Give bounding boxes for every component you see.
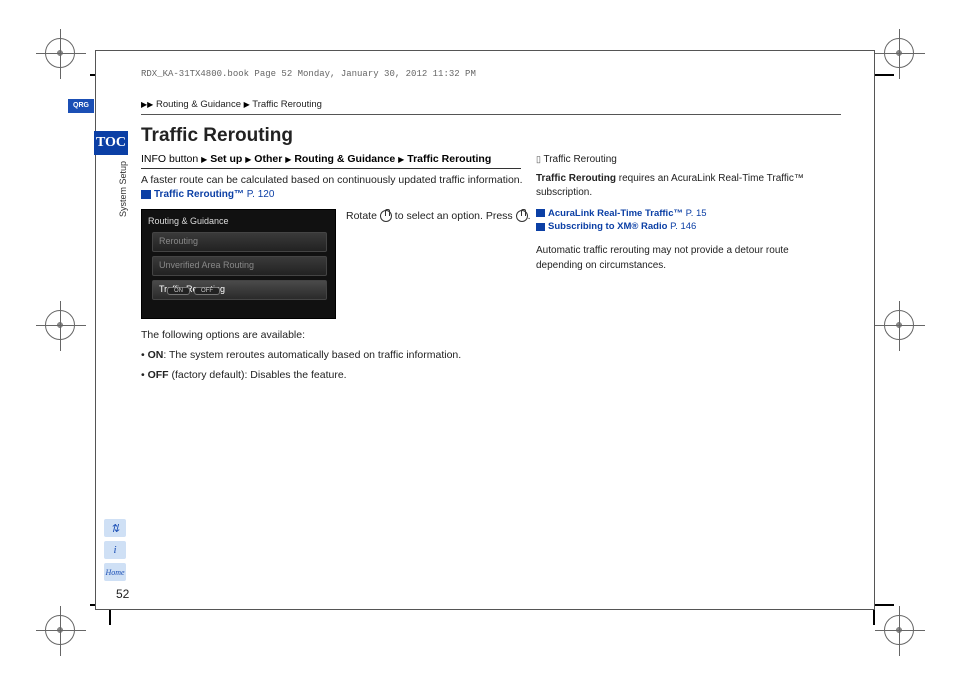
- dial-icon: [380, 210, 392, 222]
- screenshot-toggle: ON OFF: [167, 287, 220, 295]
- triangle-icon: ▶: [398, 155, 404, 164]
- link-page: P. 146: [670, 221, 696, 232]
- footer-icons: ⇅ i Home: [104, 519, 126, 581]
- breadcrumb-b: Traffic Rerouting: [252, 99, 322, 110]
- path-routing: Routing & Guidance: [294, 153, 395, 165]
- triangle-icon: ▶: [245, 155, 251, 164]
- screenshot-row-unverified: Unverified Area Routing: [152, 256, 327, 276]
- instr-a: Rotate: [346, 210, 380, 222]
- triangle-icon: ▶: [201, 155, 207, 164]
- link-page: P. 15: [686, 208, 707, 219]
- print-header: RDX_KA-31TX4800.book Page 52 Monday, Jan…: [141, 69, 476, 79]
- home-icon[interactable]: Home: [104, 563, 126, 581]
- instr-b: to select an option. Press: [392, 210, 516, 222]
- xref-link-traffic-rerouting[interactable]: Traffic Rerouting™ P. 120: [141, 189, 274, 200]
- screenshot-row-rerouting: Rerouting: [152, 232, 327, 252]
- path-setup: Set up: [210, 153, 242, 165]
- info-button-label: INFO button: [141, 153, 198, 165]
- link-page: P. 120: [247, 189, 275, 200]
- link-icon: [536, 223, 545, 231]
- option-label: ON: [148, 349, 164, 361]
- press-icon: [516, 210, 528, 222]
- option-text: (factory default): Disables the feature.: [169, 369, 347, 381]
- toc-badge[interactable]: TOC: [94, 131, 128, 155]
- xref-link-acuralink[interactable]: AcuraLink Real-Time Traffic™ P. 15: [536, 207, 836, 221]
- device-screenshot: Routing & Guidance Rerouting Unverified …: [141, 209, 336, 319]
- registration-mark: [45, 310, 75, 340]
- toggle-off: OFF: [194, 287, 220, 295]
- rule: [141, 114, 841, 115]
- breadcrumb: ▶▶ Routing & Guidance ▶ Traffic Reroutin…: [141, 99, 322, 110]
- menu-path: INFO button ▶ Set up ▶ Other ▶ Routing &…: [141, 153, 521, 169]
- side-p1-bold: Traffic Rerouting: [536, 173, 616, 184]
- side-column: Traffic Rerouting Traffic Rerouting requ…: [536, 153, 836, 279]
- option-text: : The system reroutes automatically base…: [163, 349, 461, 361]
- option-on: ON: The system reroutes automatically ba…: [141, 349, 541, 361]
- triangle-icon: ▶: [244, 100, 250, 109]
- registration-mark: [45, 38, 75, 68]
- page-frame: RDX_KA-31TX4800.book Page 52 Monday, Jan…: [95, 50, 875, 610]
- instruction-text: Rotate to select an option. Press .: [346, 209, 546, 224]
- link-icon: [536, 209, 545, 217]
- triangle-icon: ▶▶: [141, 100, 153, 109]
- registration-mark: [45, 615, 75, 645]
- registration-mark: [884, 310, 914, 340]
- side-p1: Traffic Rerouting requires an AcuraLink …: [536, 172, 836, 201]
- side-heading: Traffic Rerouting: [536, 153, 836, 168]
- path-other: Other: [254, 153, 282, 165]
- link-text: Subscribing to XM® Radio: [548, 221, 667, 232]
- link-text: Traffic Rerouting™: [154, 189, 244, 200]
- options-intro: The following options are available:: [141, 329, 305, 341]
- breadcrumb-a: Routing & Guidance: [156, 99, 241, 110]
- toggle-on: ON: [167, 287, 190, 295]
- page-number: 52: [116, 587, 129, 601]
- qrg-badge[interactable]: QRG: [68, 99, 94, 113]
- page-title: Traffic Rerouting: [141, 125, 293, 147]
- info-icon[interactable]: i: [104, 541, 126, 559]
- link-text: AcuraLink Real-Time Traffic™: [548, 208, 683, 219]
- link-icon: [141, 190, 151, 199]
- screenshot-row-traffic-rerouting: Traffic Rerouting ON OFF: [152, 280, 327, 300]
- intro-text: A faster route can be calculated based o…: [141, 173, 531, 188]
- xref-link-xm-radio[interactable]: Subscribing to XM® Radio P. 146: [536, 220, 836, 234]
- nav-icon[interactable]: ⇅: [104, 519, 126, 537]
- section-label-vertical: System Setup: [118, 161, 128, 217]
- triangle-icon: ▶: [285, 155, 291, 164]
- instr-c: .: [528, 210, 531, 222]
- option-label: OFF: [148, 369, 169, 381]
- screenshot-title: Routing & Guidance: [148, 216, 229, 226]
- side-p2: Automatic traffic rerouting may not prov…: [536, 244, 836, 273]
- option-off: OFF (factory default): Disables the feat…: [141, 369, 541, 381]
- path-traffic: Traffic Rerouting: [407, 153, 491, 165]
